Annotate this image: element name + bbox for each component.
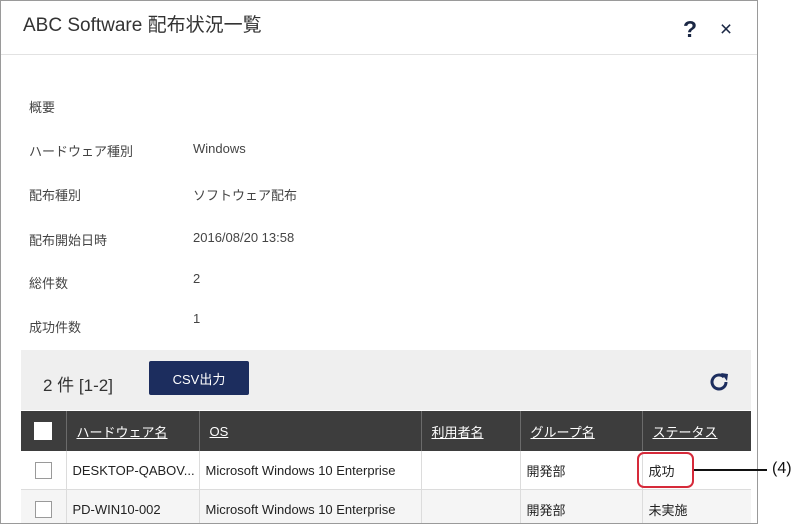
summary-heading: 概要 <box>29 100 56 115</box>
group-name-cell: 開発部 <box>519 451 642 490</box>
distribution-status-dialog: ABC Software 配布状況一覧 ? × 概要 ハードウェア種別 Wind… <box>0 0 758 524</box>
hardware-type-label: ハードウェア種別 <box>29 144 134 159</box>
start-datetime-value: 2016/08/20 13:58 <box>193 230 295 245</box>
status-cell: 未実施 <box>641 489 751 523</box>
success-count-label: 成功件数 <box>29 320 82 335</box>
close-icon[interactable]: × <box>714 18 738 44</box>
distribution-type-value: ソフトウェア配布 <box>193 188 298 203</box>
dialog-title: ABC Software 配布状況一覧 <box>23 15 262 36</box>
total-count-label: 総件数 <box>29 276 69 291</box>
sort-hardware-name-link[interactable]: ハードウェア名 <box>77 425 168 440</box>
sort-os-link[interactable]: OS <box>210 424 229 439</box>
hardware-name-cell: DESKTOP-QABOV... <box>65 451 199 490</box>
sort-status-link[interactable]: ステータス <box>653 425 718 440</box>
record-count: 2 件 [1-2] <box>43 376 113 395</box>
success-count-value: 1 <box>193 311 201 326</box>
total-count-value: 2 <box>193 271 201 286</box>
sort-group-name-link[interactable]: グループ名 <box>531 425 595 440</box>
start-datetime-label: 配布開始日時 <box>29 233 108 248</box>
callout-label: (4) <box>772 460 792 477</box>
row-checkbox[interactable] <box>34 461 52 479</box>
group-name-cell: 開発部 <box>519 489 642 523</box>
column-user-name[interactable]: 利用者名 <box>420 411 520 451</box>
os-cell: Microsoft Windows 10 Enterprise <box>198 489 421 523</box>
table-row[interactable]: PD-WIN10-002 Microsoft Windows 10 Enterp… <box>21 489 751 523</box>
sort-user-name-link[interactable]: 利用者名 <box>432 425 484 440</box>
callout-line <box>694 469 767 471</box>
column-group-name[interactable]: グループ名 <box>519 411 642 451</box>
table-header-row: ハードウェア名 OS 利用者名 グループ名 ステータス <box>21 411 751 451</box>
status-highlight-box <box>637 452 694 488</box>
column-os[interactable]: OS <box>198 411 421 451</box>
csv-export-button[interactable]: CSV出力 <box>149 361 249 395</box>
user-name-cell <box>420 451 520 490</box>
distribution-type-label: 配布種別 <box>29 188 82 203</box>
hardware-type-value: Windows <box>193 141 246 156</box>
list-toolbar: 2 件 [1-2] CSV出力 <box>21 350 751 410</box>
os-cell: Microsoft Windows 10 Enterprise <box>198 451 421 490</box>
dialog-header: ABC Software 配布状況一覧 ? × <box>1 1 757 55</box>
row-select-cell <box>21 451 66 490</box>
column-hardware-name[interactable]: ハードウェア名 <box>65 411 199 451</box>
row-checkbox[interactable] <box>34 500 52 518</box>
column-status[interactable]: ステータス <box>641 411 751 451</box>
hardware-name-cell: PD-WIN10-002 <box>65 489 199 523</box>
row-select-cell <box>21 489 66 523</box>
select-all-cell <box>21 411 66 451</box>
user-name-cell <box>420 489 520 523</box>
refresh-icon[interactable] <box>707 370 731 394</box>
help-icon[interactable]: ? <box>679 16 701 44</box>
select-all-checkbox[interactable] <box>34 422 53 440</box>
